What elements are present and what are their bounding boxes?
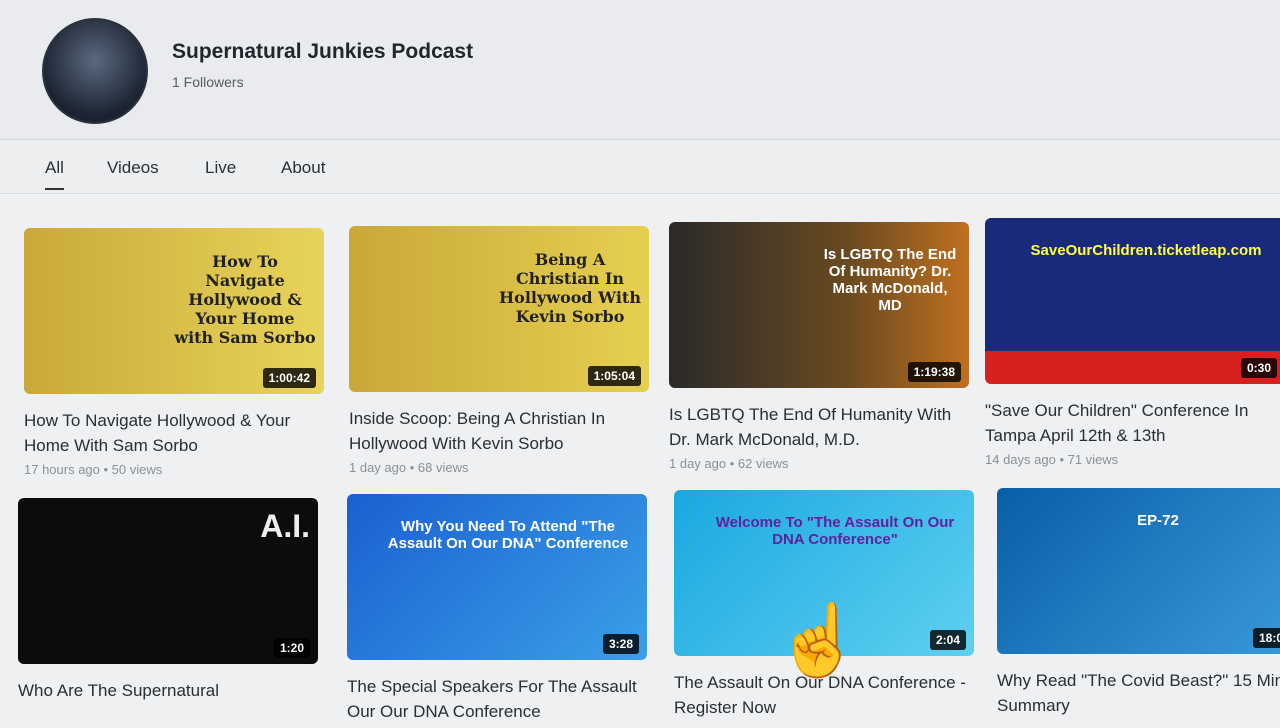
video-card[interactable]: Is LGBTQ The End Of Humanity? Dr. Mark M… xyxy=(669,222,969,471)
thumbnail-text: Is LGBTQ The End Of Humanity? Dr. Mark M… xyxy=(823,246,957,314)
duration-badge: 0:30 xyxy=(1240,358,1277,378)
channel-name: Supernatural Junkies Podcast xyxy=(172,40,474,63)
channel-tabs: All Videos Live About xyxy=(0,142,1280,194)
video-thumbnail[interactable]: A.I. 1:20 xyxy=(18,498,318,664)
hand-cursor-icon: ☝ xyxy=(775,601,863,679)
video-card[interactable]: Why You Need To Attend "The Assault On O… xyxy=(347,494,647,728)
duration-badge: 3:28 xyxy=(602,634,639,654)
video-meta: 1 day ago • 62 views xyxy=(669,456,789,471)
video-card[interactable]: Being A Christian In Hollywood With Kevi… xyxy=(349,226,649,475)
channel-avatar[interactable] xyxy=(42,18,148,124)
video-title[interactable]: Who Are The Supernatural xyxy=(18,678,318,703)
video-title[interactable]: Is LGBTQ The End Of Humanity With Dr. Ma… xyxy=(669,402,969,452)
thumbnail-text: A.I. xyxy=(260,508,310,544)
thumbnail-text: How To Navigate Hollywood & Your Home wi… xyxy=(174,252,316,347)
video-meta: 17 hours ago • 50 views xyxy=(24,462,163,477)
tab-all[interactable]: All xyxy=(45,158,64,190)
duration-badge: 2:04 xyxy=(929,630,966,650)
video-thumbnail[interactable]: SaveOurChildren.ticketleap.com 0:30 xyxy=(985,218,1280,384)
video-thumbnail[interactable]: Being A Christian In Hollywood With Kevi… xyxy=(349,226,649,392)
video-card[interactable]: SaveOurChildren.ticketleap.com 0:30 "Sav… xyxy=(985,218,1280,467)
thumbnail-text: EP-72 xyxy=(1137,512,1179,529)
thumbnail-text: SaveOurChildren.ticketleap.com xyxy=(1030,242,1262,259)
tab-live[interactable]: Live xyxy=(205,158,236,178)
duration-badge: 18:0 xyxy=(1252,628,1280,648)
video-thumbnail[interactable]: EP-72 18:0 xyxy=(997,488,1280,654)
video-title[interactable]: "Save Our Children" Conference In Tampa … xyxy=(985,398,1280,448)
video-thumbnail[interactable]: How To Navigate Hollywood & Your Home wi… xyxy=(24,228,324,394)
video-title[interactable]: How To Navigate Hollywood & Your Home Wi… xyxy=(24,408,324,458)
video-card[interactable]: A.I. 1:20 Who Are The Supernatural xyxy=(18,498,318,707)
video-title[interactable]: Inside Scoop: Being A Christian In Holly… xyxy=(349,406,649,456)
video-card[interactable]: EP-72 18:0 Why Read "The Covid Beast?" 1… xyxy=(997,488,1280,722)
video-thumbnail[interactable]: Why You Need To Attend "The Assault On O… xyxy=(347,494,647,660)
thumbnail-text: Being A Christian In Hollywood With Kevi… xyxy=(499,250,641,326)
video-title[interactable]: The Special Speakers For The Assault Our… xyxy=(347,674,647,724)
tab-about[interactable]: About xyxy=(281,158,325,178)
duration-badge: 1:20 xyxy=(273,638,310,658)
video-card[interactable]: How To Navigate Hollywood & Your Home wi… xyxy=(24,228,324,477)
channel-header: Supernatural Junkies Podcast 1 Followers xyxy=(0,0,1280,140)
duration-badge: 1:00:42 xyxy=(262,368,316,388)
video-thumbnail[interactable]: Is LGBTQ The End Of Humanity? Dr. Mark M… xyxy=(669,222,969,388)
duration-badge: 1:19:38 xyxy=(907,362,961,382)
follower-count: 1 Followers xyxy=(172,74,244,90)
video-meta: 1 day ago • 68 views xyxy=(349,460,469,475)
tab-videos[interactable]: Videos xyxy=(107,158,159,178)
thumbnail-text: Welcome To "The Assault On Our DNA Confe… xyxy=(715,514,955,548)
video-title[interactable]: Why Read "The Covid Beast?" 15 Min Summa… xyxy=(997,668,1280,718)
video-meta: 14 days ago • 71 views xyxy=(985,452,1119,467)
thumbnail-text: Why You Need To Attend "The Assault On O… xyxy=(387,518,629,552)
duration-badge: 1:05:04 xyxy=(587,366,641,386)
